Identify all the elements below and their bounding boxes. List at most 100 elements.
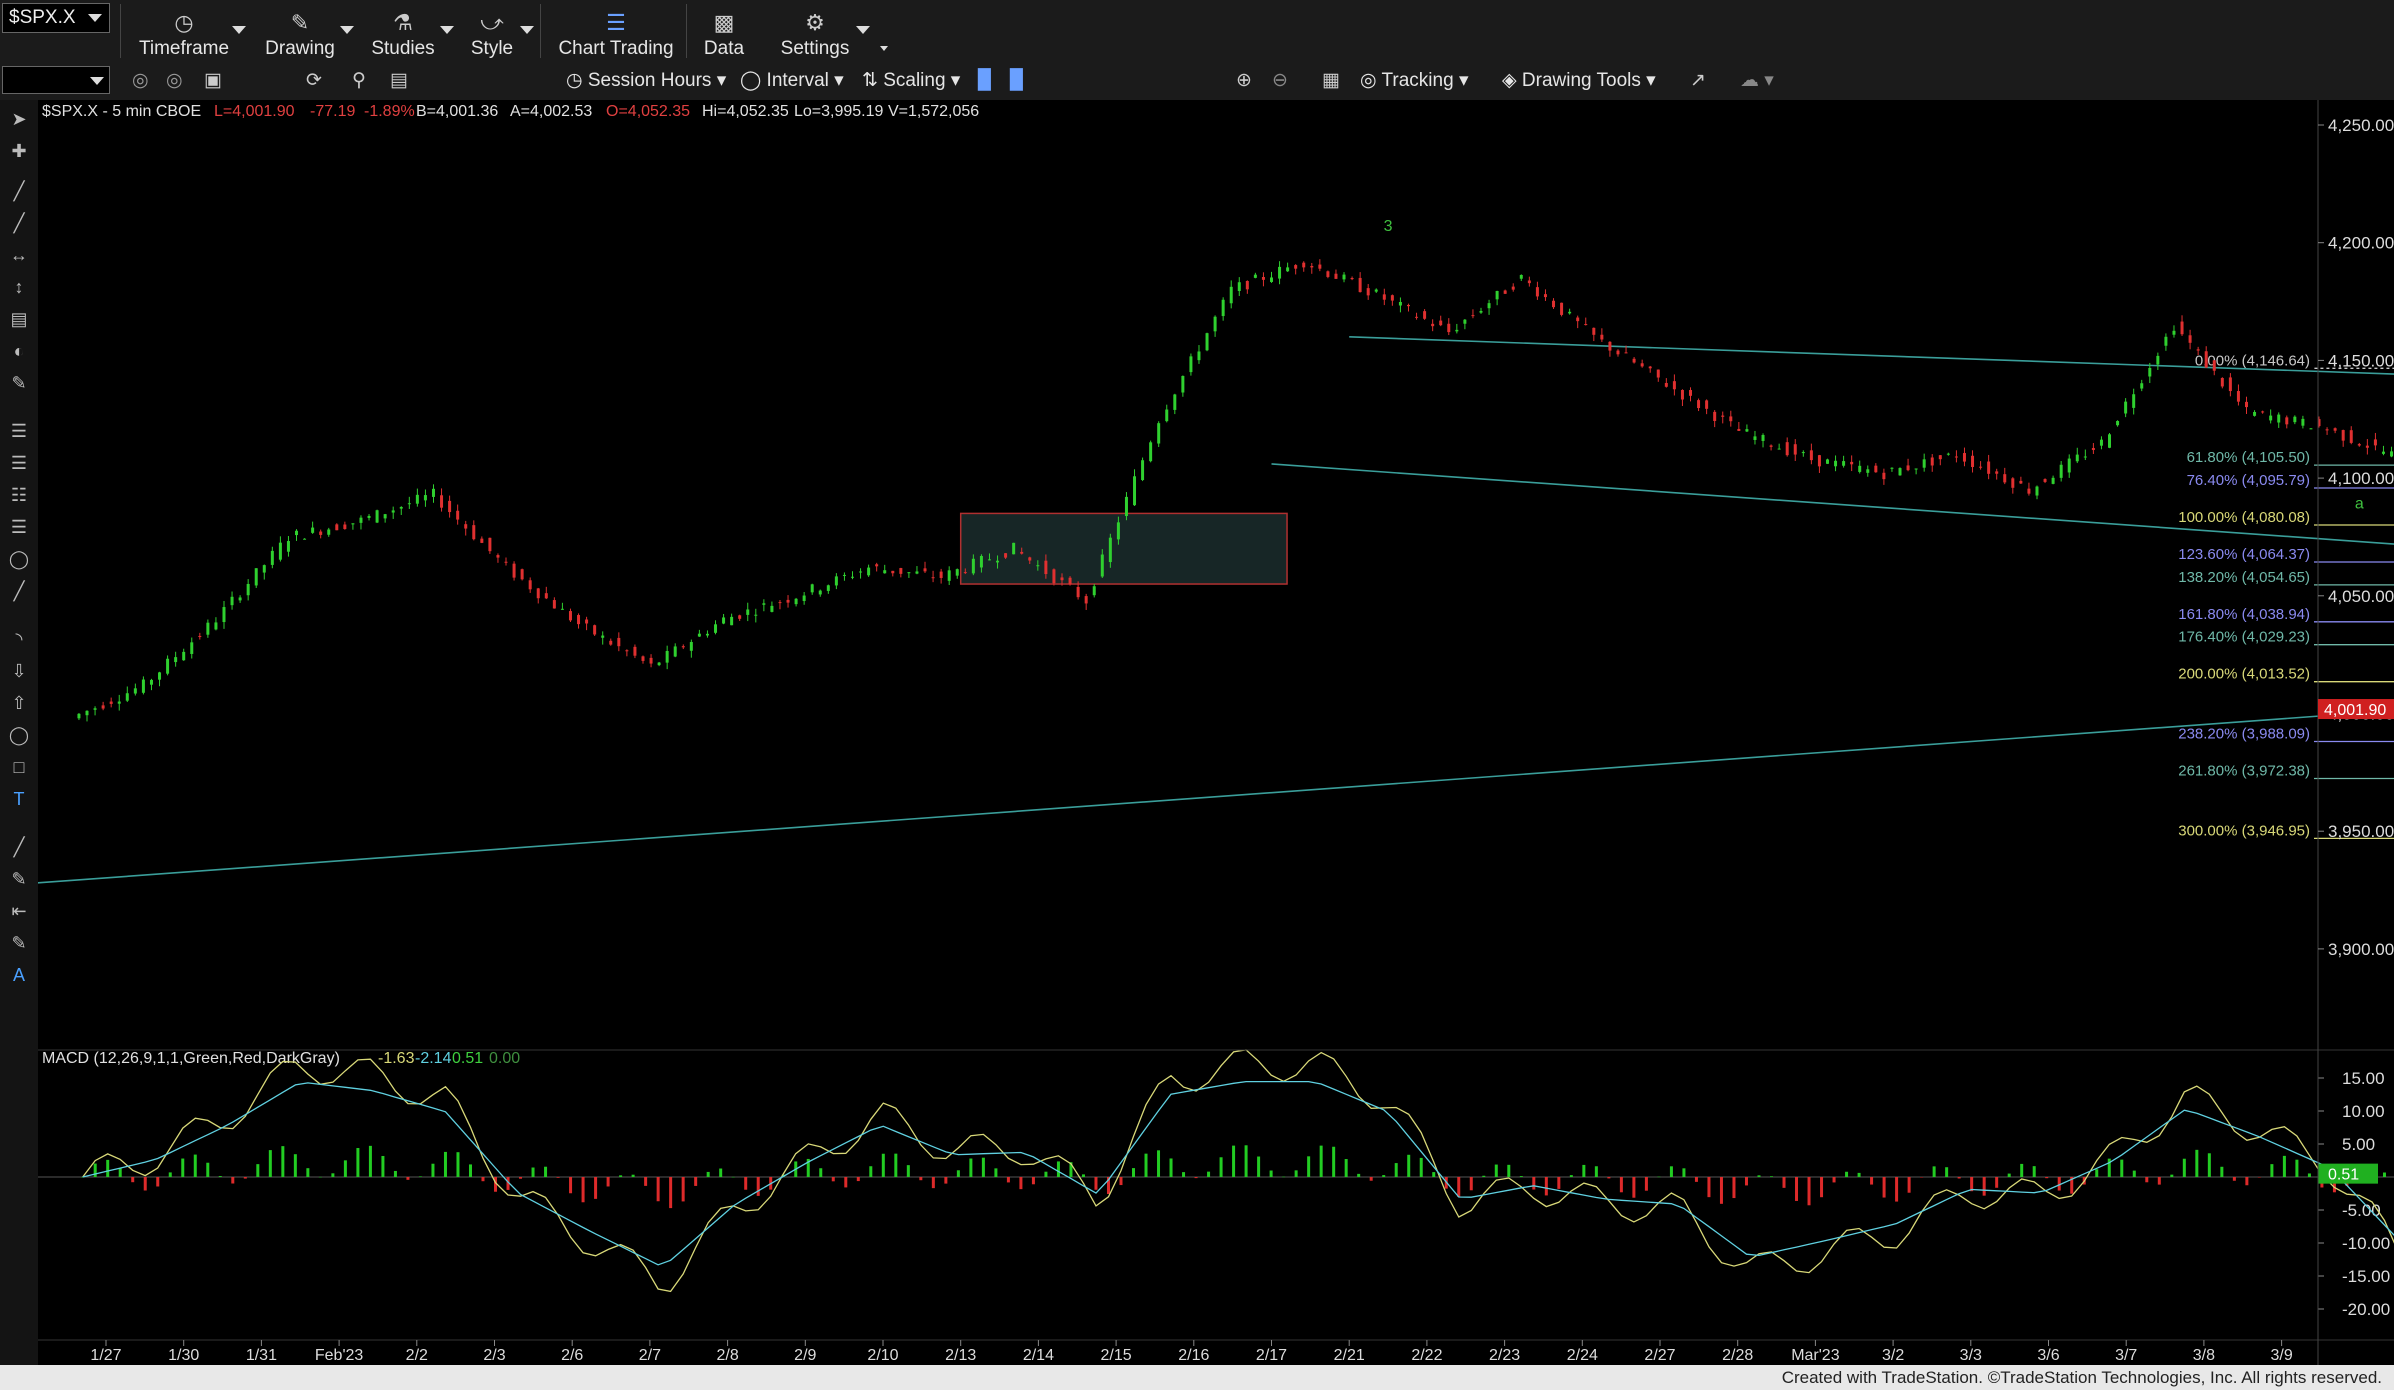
data-button[interactable]: ▩ Data — [700, 6, 748, 64]
annotate-icon[interactable]: A — [8, 964, 30, 986]
candle-body — [979, 555, 983, 568]
candle-body — [1165, 409, 1169, 422]
bar-style-icon[interactable]: ▉ — [978, 68, 993, 94]
settings-button[interactable]: ⚙ Settings — [780, 6, 850, 64]
studies-dropdown-icon[interactable] — [440, 26, 454, 34]
candle-body — [1213, 316, 1217, 332]
fib-extension-icon[interactable]: ☰ — [8, 452, 30, 474]
candle-body — [1173, 394, 1177, 410]
candle-body — [1535, 287, 1539, 297]
candle-body — [1987, 461, 1991, 474]
export-icon[interactable]: ↗ — [1690, 68, 1706, 94]
drawing-button[interactable]: ✎ Drawing — [262, 6, 338, 64]
flask-icon: ⚗ — [393, 10, 413, 35]
price-axis-label: 3,900.00 — [2328, 940, 2394, 959]
macd-histogram-bar — [731, 1176, 735, 1178]
gann-icon[interactable]: ◐ — [8, 340, 30, 362]
up-arrow-icon[interactable]: ⇧ — [8, 692, 30, 714]
macd-histogram-bar — [193, 1154, 197, 1177]
cloud-icon[interactable]: ☁ ▾ — [1740, 68, 1774, 94]
candle-body — [2067, 458, 2071, 473]
session-hours-button[interactable]: ◷ Session Hours ▾ — [566, 68, 726, 94]
erase-icon[interactable]: ✎ — [8, 868, 30, 890]
brush-icon[interactable]: ✎ — [8, 372, 30, 394]
text-icon[interactable]: T — [8, 788, 30, 810]
candle-body — [1922, 459, 1926, 468]
save-icon[interactable]: ▤ — [390, 68, 408, 94]
toolbar-more-icon[interactable] — [880, 46, 888, 51]
candle-body — [987, 559, 991, 561]
macd-histogram-bar — [1469, 1177, 1473, 1191]
timeframe-button[interactable]: ◷ Timeframe — [138, 6, 230, 64]
symbol-dropdown-icon[interactable] — [88, 14, 102, 22]
channel-icon[interactable]: ▤ — [8, 308, 30, 330]
interval-button[interactable]: ◯ Interval ▾ — [740, 68, 844, 94]
vertical-line-icon[interactable]: ↕ — [8, 276, 30, 298]
macd-histogram-bar — [2032, 1166, 2036, 1177]
timeframe-dropdown-icon[interactable] — [232, 26, 246, 34]
candle-body — [230, 596, 234, 606]
ruler-icon[interactable]: ╱ — [8, 836, 30, 858]
window-icon[interactable]: ▣ — [204, 68, 222, 94]
regression-icon[interactable]: ☷ — [8, 484, 30, 506]
candle-body — [1600, 334, 1604, 340]
candle-body — [2285, 417, 2289, 425]
edit-icon[interactable]: ✎ — [8, 932, 30, 954]
speed-lines-icon[interactable]: ╱ — [8, 580, 30, 602]
drawing-dropdown-icon[interactable] — [340, 26, 354, 34]
candle-body — [1850, 461, 1854, 465]
macd-histogram-bar — [1232, 1145, 1236, 1177]
find-icon[interactable]: ⚲ — [352, 68, 366, 94]
candle-style-icon[interactable]: ▉ — [1010, 68, 1025, 94]
candle-body — [802, 595, 806, 602]
fib-time-icon[interactable]: ☰ — [8, 516, 30, 538]
candle-body — [2373, 439, 2377, 446]
refresh-icon[interactable]: ◎ — [132, 68, 149, 94]
reload-icon[interactable]: ⟳ — [306, 68, 322, 94]
snap-icon[interactable]: ⇤ — [8, 900, 30, 922]
candle-body — [262, 565, 266, 573]
arc-icon[interactable]: ◝ — [8, 628, 30, 650]
candle-body — [2293, 416, 2297, 423]
footer-credit: Created with TradeStation. ©TradeStation… — [0, 1365, 2394, 1390]
cycle-icon[interactable]: ◯ — [8, 548, 30, 570]
candle-body — [1406, 304, 1410, 307]
price-chart[interactable]: $SPX.X - 5 min CBOE L=4,001.90 -77.19 -1… — [38, 100, 2394, 1365]
settings-dropdown-icon[interactable] — [856, 26, 870, 34]
candle-body — [1382, 294, 1386, 300]
candle-body — [2261, 411, 2265, 413]
footer-text: Created with TradeStation. ©TradeStation… — [1781, 1368, 2382, 1387]
time-axis-label: 3/2 — [1882, 1347, 1904, 1364]
macd-histogram-bar — [1044, 1171, 1048, 1177]
grid-icon[interactable]: ▦ — [1322, 68, 1340, 94]
zoom-out-icon[interactable]: ⊖ — [1272, 68, 1288, 94]
horizontal-line-icon[interactable]: ↔ — [8, 244, 30, 266]
trendline-icon[interactable]: ╱ — [8, 180, 30, 202]
style-dropdown-icon[interactable] — [520, 26, 534, 34]
session-icon: ◷ — [566, 70, 588, 91]
down-arrow-icon[interactable]: ⇩ — [8, 660, 30, 682]
candle-body — [448, 500, 452, 513]
crosshair-icon[interactable]: ✚ — [8, 140, 30, 162]
zoom-in-icon[interactable]: ⊕ — [1236, 68, 1252, 94]
symbol-input-dropdown-icon[interactable] — [90, 77, 104, 85]
candle-body — [947, 570, 951, 581]
link-icon[interactable]: ◎ — [166, 68, 183, 94]
ellipse-icon[interactable]: ◯ — [8, 724, 30, 746]
macd-histogram-bar — [2145, 1177, 2149, 1183]
tracking-button[interactable]: ◎ Tracking ▾ — [1360, 68, 1469, 94]
macd-histogram-bar — [869, 1166, 873, 1177]
studies-button[interactable]: ⚗ Studies — [368, 6, 438, 64]
candle-body — [1350, 277, 1354, 280]
rectangle-icon[interactable]: □ — [8, 756, 30, 778]
fib-icon[interactable]: ☰ — [8, 420, 30, 442]
chart-trading-button[interactable]: ☰ Chart Trading — [556, 6, 676, 64]
candle-body — [1503, 290, 1507, 294]
scaling-button[interactable]: ⇅ Scaling ▾ — [862, 68, 960, 94]
style-button[interactable]: ⤻ Style — [466, 6, 518, 64]
ray-icon[interactable]: ╱ — [8, 212, 30, 234]
candle-body — [1253, 274, 1257, 278]
macd-histogram-bar — [468, 1164, 472, 1177]
pointer-icon[interactable]: ➤ — [8, 108, 30, 130]
drawing-tools-button[interactable]: ◈ Drawing Tools ▾ — [1502, 68, 1656, 94]
